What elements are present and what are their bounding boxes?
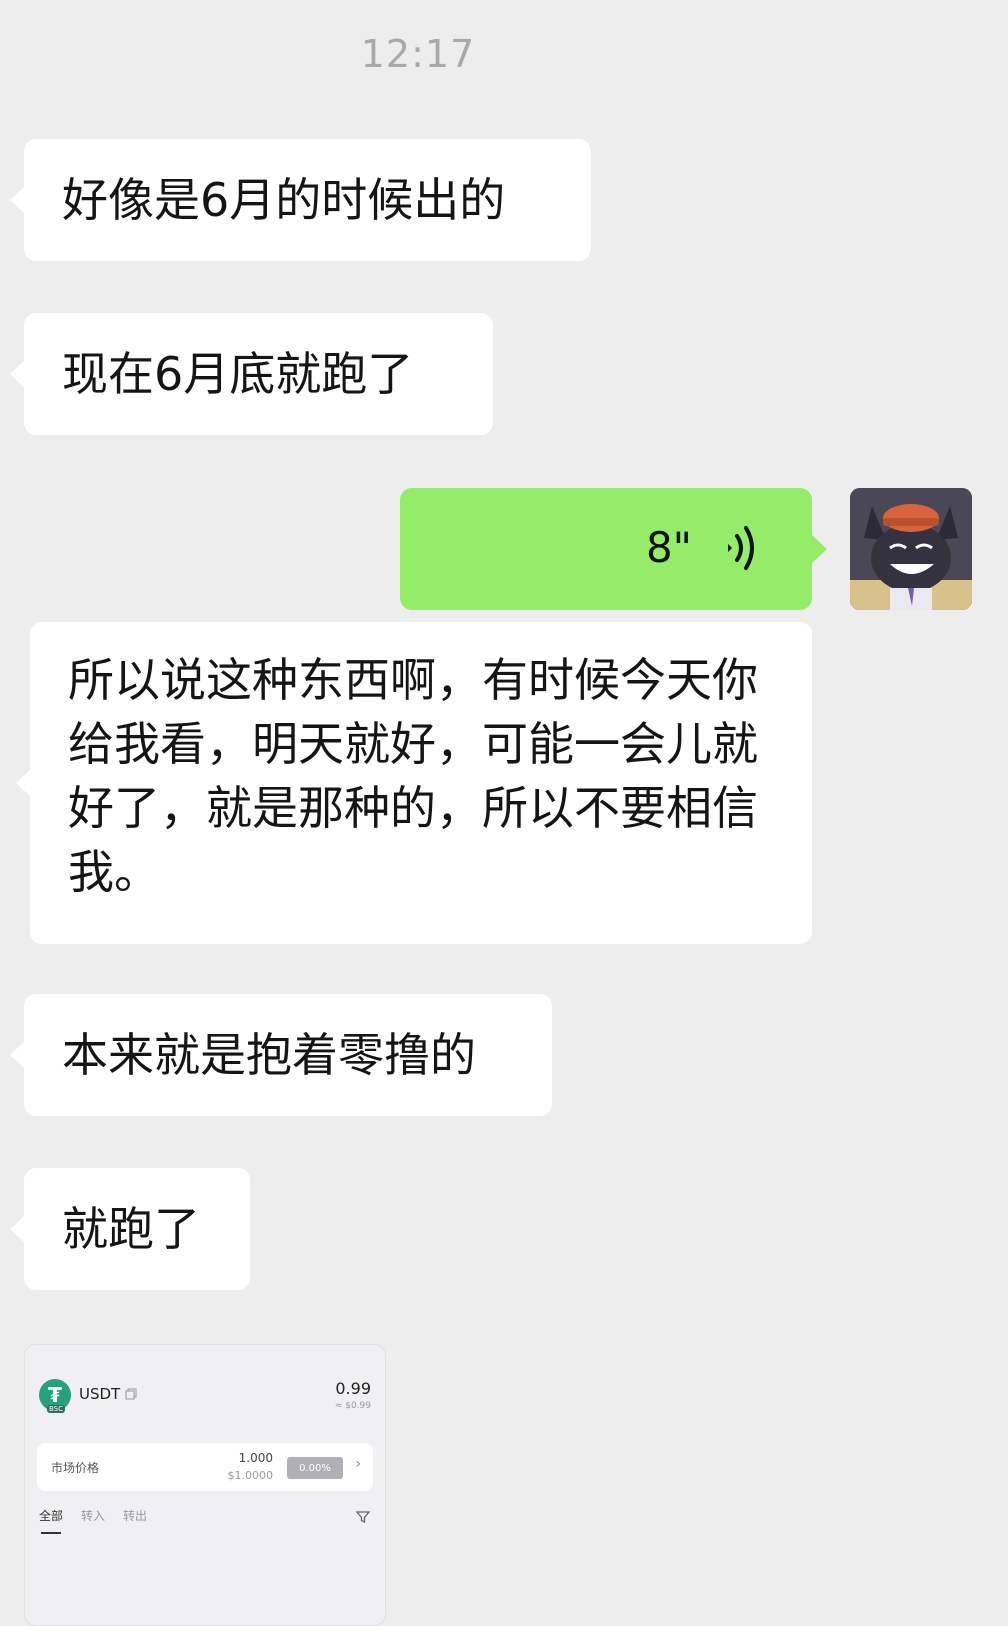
message-bubble[interactable]: 就跑了 [10, 1168, 250, 1290]
message-text: 所以说这种东西啊，有时候今天你给我看，明天就好，可能一会儿就好了，就是那种的，所… [68, 653, 758, 899]
tab-all: 全部 [39, 1509, 64, 1534]
message-bubble[interactable]: 好像是6月的时候出的 [10, 139, 591, 261]
message-text: 好像是6月的时候出的 [62, 173, 506, 227]
filter-icon [355, 1511, 371, 1524]
voice-message-bubble[interactable]: 8" [400, 488, 827, 610]
chevron-right-icon: › [355, 1456, 361, 1472]
user-avatar[interactable] [850, 488, 972, 610]
voice-duration: 8" [645, 523, 692, 572]
message-text: 本来就是抱着零撸的 [62, 1028, 476, 1082]
tab-outgoing: 转出 [123, 1509, 148, 1523]
voice-wave-icon [728, 526, 754, 570]
message-bubble[interactable]: 现在6月底就跑了 [10, 313, 493, 435]
copy-icon [125, 1388, 137, 1400]
market-price-label: 市场价格 [51, 1461, 100, 1475]
chain-badge: BSC [47, 1405, 66, 1413]
wallet-screenshot-image[interactable]: ₮ BSC USDT 0.99 ≈ $0.99 市场价格 1.000 $1.00… [24, 1344, 386, 1626]
message-bubble[interactable]: 所以说这种东西啊，有时候今天你给我看，明天就好，可能一会儿就好了，就是那种的，所… [16, 622, 812, 944]
message-text: 现在6月底就跑了 [62, 347, 414, 401]
market-price-value: 1.000 [238, 1451, 273, 1465]
transaction-tabs: 全部 转入 转出 [39, 1507, 148, 1534]
tab-incoming: 转入 [81, 1509, 106, 1523]
coin-balance: 0.99 [335, 1379, 371, 1398]
coin-name: USDT [79, 1385, 121, 1403]
message-text: 就跑了 [62, 1202, 200, 1256]
wolf-avatar-icon [850, 488, 972, 610]
price-change-badge: 0.00% [287, 1457, 343, 1479]
chat-timestamp: 12:17 [360, 32, 476, 76]
coin-balance-usd: ≈ $0.99 [334, 1401, 371, 1411]
market-price-usd: $1.0000 [227, 1469, 274, 1482]
market-price-row: 市场价格 1.000 $1.0000 0.00% › [37, 1443, 373, 1491]
message-bubble[interactable]: 本来就是抱着零撸的 [10, 994, 552, 1116]
